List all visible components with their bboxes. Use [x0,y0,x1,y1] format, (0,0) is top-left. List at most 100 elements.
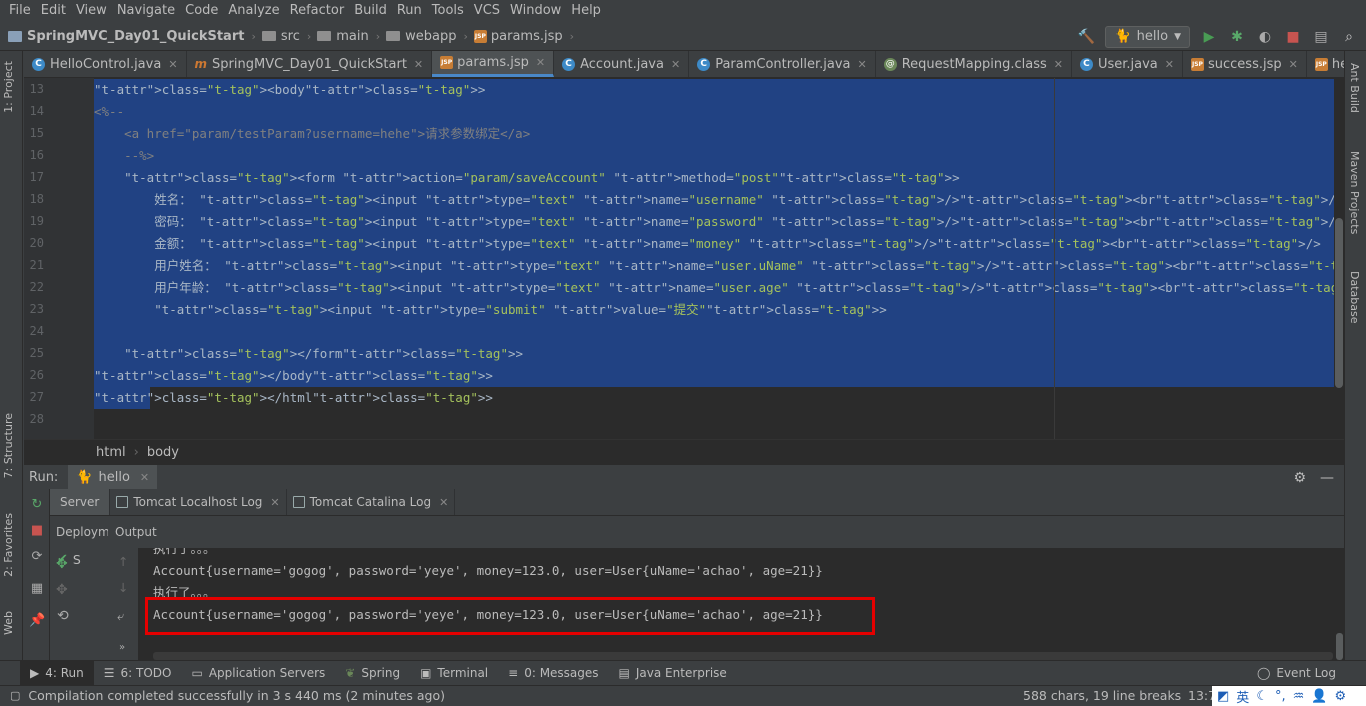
breadcrumb-webapp[interactable]: webapp › [386,29,474,44]
rerun-icon[interactable]: ↻ [29,497,45,513]
run-play-icon[interactable]: ▶ [1200,28,1218,46]
tomcat-catalina-log-tab[interactable]: Tomcat Catalina Log ✕ [287,489,456,515]
refresh-icon[interactable]: ⟲ [57,608,69,624]
tab-paramcontroller[interactable]: C ParamController.java ✕ [689,51,876,77]
pin-icon[interactable]: 📌 [29,613,45,629]
editor-scrollbar[interactable] [1334,78,1344,439]
tool-tab-database[interactable]: Database [1348,271,1361,324]
class-icon: C [1079,57,1093,71]
tool-tab-maven[interactable]: Maven Projects [1348,151,1361,234]
breadcrumb-html[interactable]: html [96,445,126,460]
close-icon[interactable]: ✕ [858,58,867,71]
user-icon[interactable]: 👤 [1311,689,1327,704]
console-output[interactable]: 执行了。。。 Account{username='gogog', passwor… [139,548,1344,660]
tool-tab-terminal[interactable]: ▣ Terminal [410,661,498,686]
update-icon[interactable]: ⟳ [29,549,45,565]
ime-logo-icon[interactable]: ◩ [1217,689,1229,704]
close-icon[interactable]: ✕ [671,58,680,71]
scrollbar-thumb[interactable] [1335,218,1343,388]
breadcrumb-project[interactable]: SpringMVC_Day01_QuickStart › [8,29,262,44]
close-icon[interactable]: ✕ [270,496,279,509]
menu-navigate[interactable]: Navigate [112,0,180,22]
tab-params-jsp[interactable]: JSP params.jsp ✕ [432,51,555,77]
tool-tab-todo[interactable]: ☰ 6: TODO [94,661,182,686]
tab-hello2-jsp[interactable]: JSPhello2.jsp✕ [1307,51,1344,77]
tomcat-localhost-log-tab[interactable]: Tomcat Localhost Log ✕ [110,489,287,515]
menu-refactor[interactable]: Refactor [285,0,350,22]
breadcrumb-body[interactable]: body [147,445,179,460]
menu-file[interactable]: File [4,0,36,22]
punctuation-icon[interactable]: °, [1275,689,1286,704]
tool-tab-messages[interactable]: ≡ 0: Messages [498,661,608,686]
close-icon[interactable]: ✕ [536,56,545,69]
menu-tools[interactable]: Tools [427,0,469,22]
debug-bug-icon[interactable]: ✱ [1228,28,1246,46]
breadcrumb-main[interactable]: main › [317,29,386,44]
code-editor[interactable]: 13 14 15 16 17 18 19 20 21 22 23 24 25 26 27 28 "t-attr… [24,78,1344,439]
tab-success-jsp[interactable]: JSP success.jsp ✕ [1183,51,1307,77]
scrollbar-thumb[interactable] [1336,633,1343,660]
run-configuration-select[interactable]: 🐈 hello ▼ [1105,25,1190,48]
tool-tab-spring[interactable]: ❦ Spring [335,661,410,686]
server-tab[interactable]: Server [50,489,111,515]
status-message[interactable]: Compilation completed successfully in 3 … [28,688,445,703]
stop-icon[interactable]: ■ [29,523,45,539]
gear-icon[interactable]: ⚙ [1293,470,1306,486]
project-structure-icon[interactable]: ▤ [1312,28,1330,46]
deploy-all-icon[interactable]: ✥ [56,556,68,572]
menu-run[interactable]: Run [392,0,427,22]
tool-tab-project[interactable]: 1: Project [2,61,15,113]
soft-wrap-icon[interactable]: ⤶ [117,608,124,624]
close-icon[interactable]: ✕ [1054,58,1063,71]
coverage-icon[interactable]: ◐ [1256,28,1274,46]
tool-tab-application-servers[interactable]: ▭ Application Servers [181,661,335,686]
line-number: 15 [29,126,44,140]
close-icon[interactable]: ✕ [439,496,448,509]
close-icon[interactable]: ✕ [414,58,423,71]
tab-user[interactable]: C User.java ✕ [1072,51,1183,77]
tab-account[interactable]: C Account.java ✕ [554,51,690,77]
menu-edit[interactable]: Edit [36,0,71,22]
close-icon[interactable]: ✕ [168,58,177,71]
settings-icon[interactable]: ⚙ [1334,689,1346,704]
console-scrollbar[interactable] [1334,548,1344,660]
arrow-up-icon[interactable]: ↑ [118,554,128,569]
breadcrumb-src[interactable]: src › [261,29,317,44]
menu-vcs[interactable]: VCS [469,0,505,22]
more-icon[interactable]: » [119,642,125,653]
code-area[interactable]: "t-attr">class="t-tag"><body"t-attr">cla… [94,78,1344,439]
console-horizontal-scrollbar[interactable] [153,652,1333,660]
tab-requestmapping[interactable]: @ RequestMapping.class ✕ [876,51,1072,77]
status-toggle-icon[interactable]: ▢ [10,689,20,702]
tool-tab-favorites[interactable]: 2: Favorites [2,513,15,577]
tool-tab-ant-build[interactable]: Ant Build [1348,63,1361,113]
minimize-icon[interactable]: — [1320,470,1334,486]
arrow-down-icon[interactable]: ↓ [118,580,128,595]
close-icon[interactable]: ✕ [140,471,149,484]
menu-help[interactable]: Help [566,0,606,22]
tool-tab-event-log[interactable]: ◯ Event Log [1247,661,1346,686]
tool-tab-web[interactable]: Web [2,611,15,635]
stop-icon[interactable]: ■ [1284,28,1302,46]
tool-tab-structure[interactable]: 7: Structure [2,413,15,478]
menu-view[interactable]: View [71,0,112,22]
tool-tab-run[interactable]: ▶ 4: Run [20,660,94,686]
undeploy-icon[interactable]: ✥ [56,582,68,598]
breadcrumb-file[interactable]: JSP params.jsp › [473,29,580,44]
layout-icon[interactable]: ▦ [29,581,45,597]
search-icon[interactable]: ⌕ [1340,28,1358,46]
menu-build[interactable]: Build [349,0,392,22]
menu-code[interactable]: Code [180,0,223,22]
close-icon[interactable]: ✕ [1289,58,1298,71]
menu-window[interactable]: Window [505,0,566,22]
tool-tab-java-enterprise[interactable]: ▤ Java Enterprise [609,661,737,686]
tab-springmvc[interactable]: m SpringMVC_Day01_QuickStart ✕ [187,51,433,77]
moon-icon[interactable]: ☾ [1256,689,1268,704]
menu-analyze[interactable]: Analyze [223,0,284,22]
skin-icon[interactable]: ♒ [1293,689,1305,704]
run-tab-hello[interactable]: 🐈 hello ✕ [68,464,158,490]
ime-language[interactable]: 英 [1236,687,1249,706]
close-icon[interactable]: ✕ [1165,58,1174,71]
tab-hellocontrol[interactable]: C HelloControl.java ✕ [24,51,187,77]
build-hammer-icon[interactable]: 🔨 [1077,28,1095,46]
